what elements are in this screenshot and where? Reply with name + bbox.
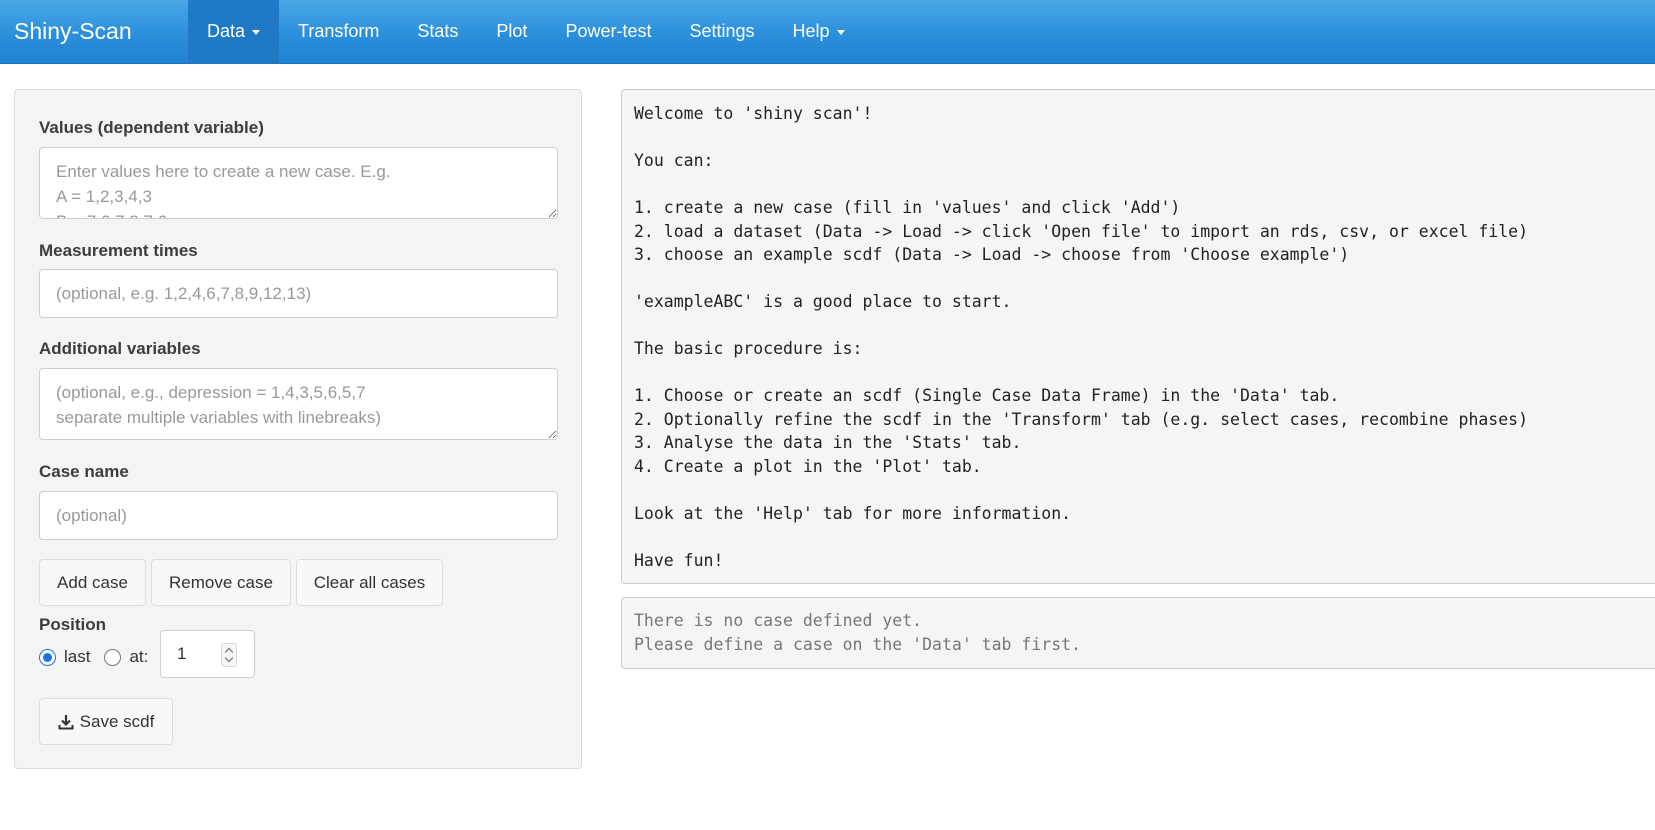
welcome-output-panel: Welcome to 'shiny scan'! You can: 1. cre… xyxy=(621,89,1655,584)
brand-title[interactable]: Shiny-Scan xyxy=(0,0,188,63)
nav-tab-label: Help xyxy=(792,21,830,41)
case-name-input[interactable] xyxy=(39,491,558,540)
measurement-times-label: Measurement times xyxy=(39,241,198,260)
nav-tab-plot[interactable]: Plot xyxy=(477,0,546,63)
save-scdf-button[interactable]: Save scdf xyxy=(39,698,173,745)
position-label: Position xyxy=(39,615,107,634)
nav-tab-label: Power-test xyxy=(565,21,652,41)
number-spinner-icon[interactable] xyxy=(221,643,237,667)
case-status-output-panel: There is no case defined yet. Please def… xyxy=(621,597,1655,669)
nav-tab-data[interactable]: Data xyxy=(188,0,280,63)
position-radio-group: last at: xyxy=(39,633,162,681)
position-last-radio[interactable] xyxy=(39,648,56,666)
radio-label-last: last xyxy=(64,647,91,666)
nav-tab-label: Data xyxy=(207,21,246,41)
additional-variables-label: Additional variables xyxy=(39,339,201,358)
save-scdf-label: Save scdf xyxy=(79,711,155,731)
caret-down-icon xyxy=(836,30,845,35)
nav-tab-label: Transform xyxy=(298,21,380,41)
values-textarea[interactable] xyxy=(39,147,558,219)
nav-tab-settings[interactable]: Settings xyxy=(670,0,773,63)
caret-down-icon xyxy=(252,30,261,35)
add-case-button[interactable]: Add case xyxy=(39,559,146,606)
case-name-label: Case name xyxy=(39,462,129,481)
measurement-times-input[interactable] xyxy=(39,269,558,318)
sidebar-panel: Values (dependent variable) Measurement … xyxy=(14,89,582,769)
nav-menu: Data Transform Stats Plot Power-test Set… xyxy=(188,0,864,63)
radio-label-at: at: xyxy=(129,647,149,666)
nav-tab-label: Stats xyxy=(417,21,459,41)
position-number-value: 1 xyxy=(177,644,187,663)
remove-case-button[interactable]: Remove case xyxy=(151,559,291,606)
clear-all-cases-button[interactable]: Clear all cases xyxy=(296,559,443,606)
navbar: Shiny-Scan Data Transform Stats Plot Pow… xyxy=(0,0,1655,64)
nav-tab-power-test[interactable]: Power-test xyxy=(546,0,670,63)
nav-tab-stats[interactable]: Stats xyxy=(398,0,477,63)
additional-variables-textarea[interactable] xyxy=(39,368,558,440)
position-at-radio[interactable] xyxy=(104,648,122,666)
nav-tab-label: Settings xyxy=(689,21,755,41)
nav-tab-help[interactable]: Help xyxy=(774,0,864,63)
nav-tab-transform[interactable]: Transform xyxy=(279,0,398,63)
position-number-input[interactable]: 1 xyxy=(160,630,255,678)
nav-tab-label: Plot xyxy=(496,21,528,41)
download-icon xyxy=(58,714,74,729)
values-label: Values (dependent variable) xyxy=(39,118,264,137)
